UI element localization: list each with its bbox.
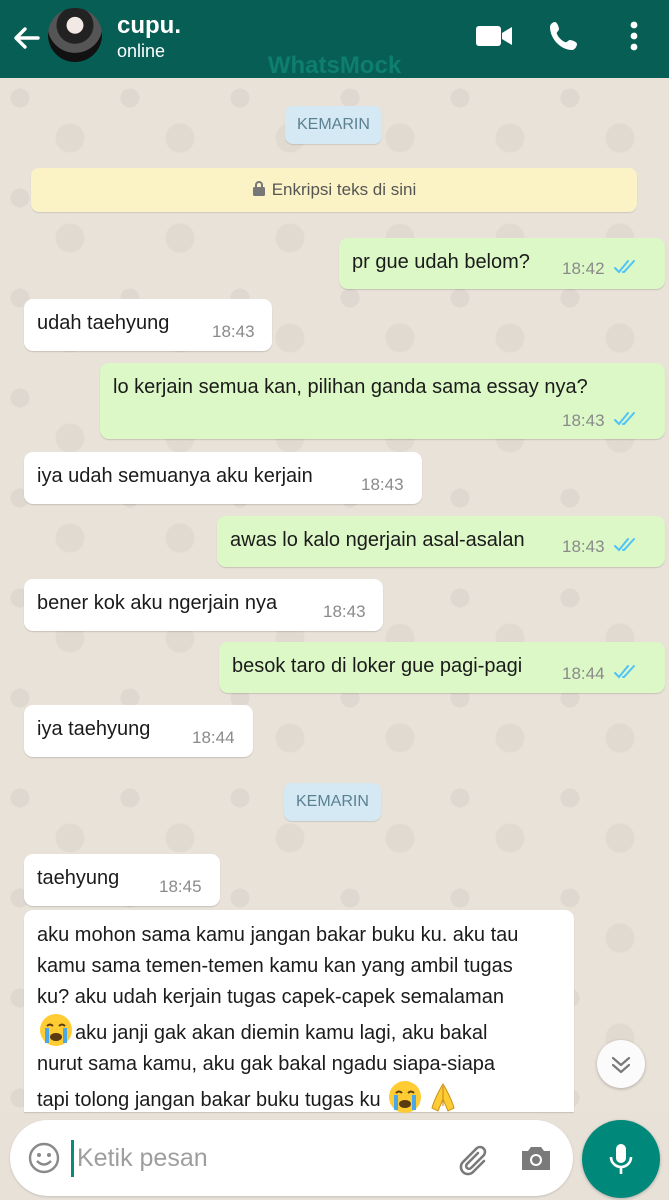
message-outgoing[interactable]: lo kerjain semua kan, pilihan ganda sama… [100, 363, 665, 439]
read-receipt-icon [614, 538, 635, 552]
message-time: 18:44 [192, 728, 235, 747]
encryption-notice: Enkripsi teks di sini [31, 168, 637, 212]
camera-icon[interactable] [518, 1140, 554, 1176]
text-cursor [71, 1140, 74, 1177]
scroll-to-bottom-button[interactable] [597, 1040, 645, 1088]
date-chip: KEMARIN [285, 106, 382, 144]
back-arrow-icon[interactable] [10, 22, 42, 54]
message-line: nurut sama kamu, aku gak bakal ngadu sia… [37, 1053, 496, 1075]
message-text: udah taehyung [37, 312, 170, 334]
message-time: 18:45 [159, 877, 202, 896]
message-outgoing[interactable]: besok taro di loker gue pagi-pagi 18:44 [219, 642, 665, 693]
message-line: tapi tolong jangan bakar buku tugas ku [37, 1080, 567, 1116]
watermark: WhatsMock [267, 52, 402, 79]
encryption-text: Enkripsi teks di sini [271, 180, 417, 199]
message-time: 18:43 [323, 602, 366, 621]
message-incoming[interactable]: iya udah semuanya aku kerjain 18:43 [24, 452, 422, 504]
message-text: iya udah semuanya aku kerjain [37, 465, 313, 487]
read-receipt-icon [614, 412, 635, 426]
microphone-icon [609, 1144, 633, 1174]
crying-face-emoji-icon [389, 1081, 422, 1113]
message-input[interactable] [77, 1138, 437, 1178]
message-line: ku? aku udah kerjain tugas capek-capek s… [37, 986, 504, 1008]
message-incoming[interactable]: udah taehyung 18:43 [24, 299, 272, 351]
message-text: awas lo kalo ngerjain asal-asalan [230, 529, 525, 551]
contact-name[interactable]: cupu. [117, 12, 181, 40]
message-composer [10, 1120, 573, 1196]
message-line: kamu sama temen-temen kamu kan yang ambi… [37, 955, 513, 977]
emoji-icon[interactable] [26, 1140, 62, 1176]
message-line-text: aku janji gak akan diemin kamu lagi, aku… [75, 1022, 488, 1044]
chevron-down-double-icon [611, 1056, 631, 1074]
folded-hands-emoji-icon [431, 1083, 455, 1112]
message-time: 18:43 [361, 475, 404, 494]
message-line: aku janji gak akan diemin kamu lagi, aku… [37, 1013, 567, 1049]
message-line: aku mohon sama kamu jangan bakar buku ku… [37, 924, 519, 946]
video-call-icon[interactable] [474, 19, 514, 53]
more-vert-icon[interactable] [614, 19, 654, 53]
message-incoming-long[interactable]: aku mohon sama kamu jangan bakar buku ku… [24, 910, 574, 1113]
message-text: taehyung [37, 867, 120, 889]
message-incoming[interactable]: taehyung 18:45 [24, 854, 220, 906]
message-text: iya taehyung [37, 718, 151, 740]
message-text: lo kerjain semua kan, pilihan ganda sama… [113, 376, 588, 398]
message-time: 18:44 [562, 664, 605, 683]
message-text: besok taro di loker gue pagi-pagi [232, 655, 523, 677]
date-chip: KEMARIN [284, 783, 381, 821]
read-receipt-icon [614, 665, 635, 679]
message-outgoing[interactable]: awas lo kalo ngerjain asal-asalan 18:43 [217, 516, 665, 567]
message-time: 18:43 [562, 537, 605, 556]
message-incoming[interactable]: bener kok aku ngerjain nya 18:43 [24, 579, 383, 631]
message-time: 18:43 [562, 411, 605, 430]
message-text: aku mohon sama kamu jangan bakar buku ku… [37, 920, 567, 1116]
message-line-text: tapi tolong jangan bakar buku tugas ku [37, 1089, 381, 1111]
lock-icon [252, 181, 265, 196]
crying-face-emoji-icon [40, 1014, 72, 1046]
message-text: pr gue udah belom? [352, 251, 530, 273]
message-incoming[interactable]: iya taehyung 18:44 [24, 705, 253, 757]
message-outgoing[interactable]: pr gue udah belom? 18:42 [339, 238, 665, 289]
voice-record-button[interactable] [582, 1120, 660, 1198]
attachment-icon[interactable] [456, 1139, 496, 1179]
phone-icon[interactable] [546, 19, 586, 53]
message-time: 18:43 [212, 322, 255, 341]
read-receipt-icon [614, 260, 635, 274]
message-time: 18:42 [562, 259, 605, 278]
message-text: bener kok aku ngerjain nya [37, 592, 278, 614]
